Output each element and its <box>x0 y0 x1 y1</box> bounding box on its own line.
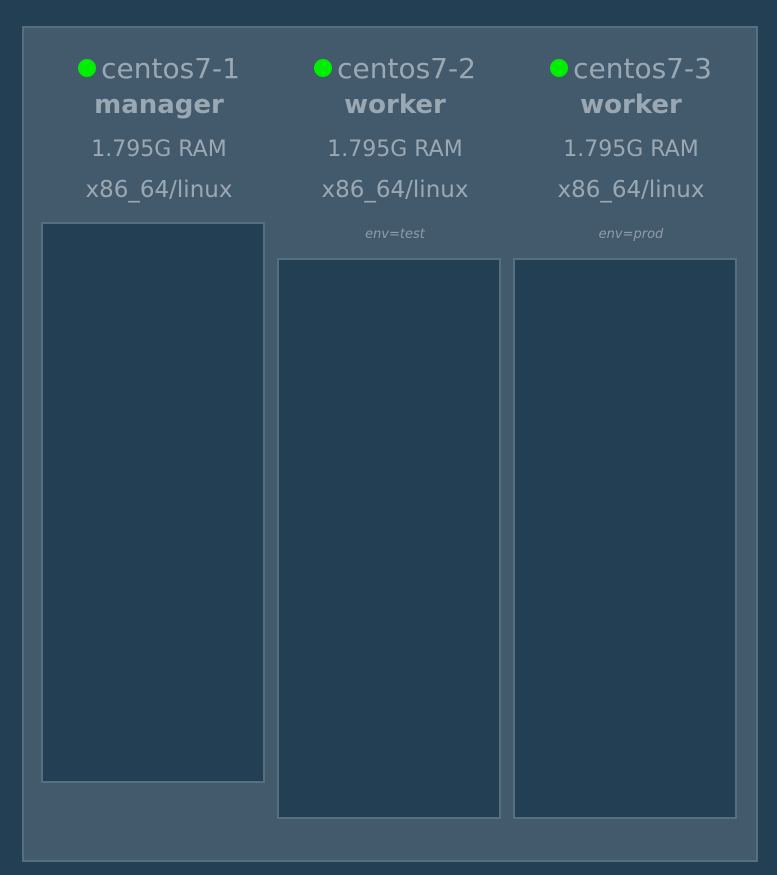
node-label: env=prod <box>598 227 664 242</box>
status-dot-icon <box>550 59 569 77</box>
node-arch: x86_64/linux <box>321 177 469 203</box>
node-role: worker <box>580 90 682 120</box>
node-arch: x86_64/linux <box>557 177 705 203</box>
node-label: env=test <box>365 227 425 242</box>
node-hostname: centos7-2 <box>337 51 476 85</box>
node-containers-area <box>41 222 265 783</box>
node-header: centos7-1 <box>41 48 277 88</box>
node-hostname: centos7-3 <box>573 51 712 85</box>
status-dot-icon <box>314 59 333 77</box>
node-containers-area <box>277 258 501 819</box>
node-containers-area <box>513 258 737 819</box>
node-arch: x86_64/linux <box>85 177 233 203</box>
node-role: worker <box>344 90 446 120</box>
node-ram: 1.795G RAM <box>91 137 227 162</box>
node-header: centos7-2 <box>277 48 513 88</box>
node-header: centos7-3 <box>513 48 749 88</box>
node-ram: 1.795G RAM <box>563 137 699 162</box>
swarm-cluster-panel: centos7-1 manager 1.795G RAM x86_64/linu… <box>22 26 758 862</box>
status-dot-icon <box>78 59 97 77</box>
node-hostname: centos7-1 <box>101 51 240 85</box>
node-role: manager <box>94 90 224 120</box>
node-ram: 1.795G RAM <box>327 137 463 162</box>
